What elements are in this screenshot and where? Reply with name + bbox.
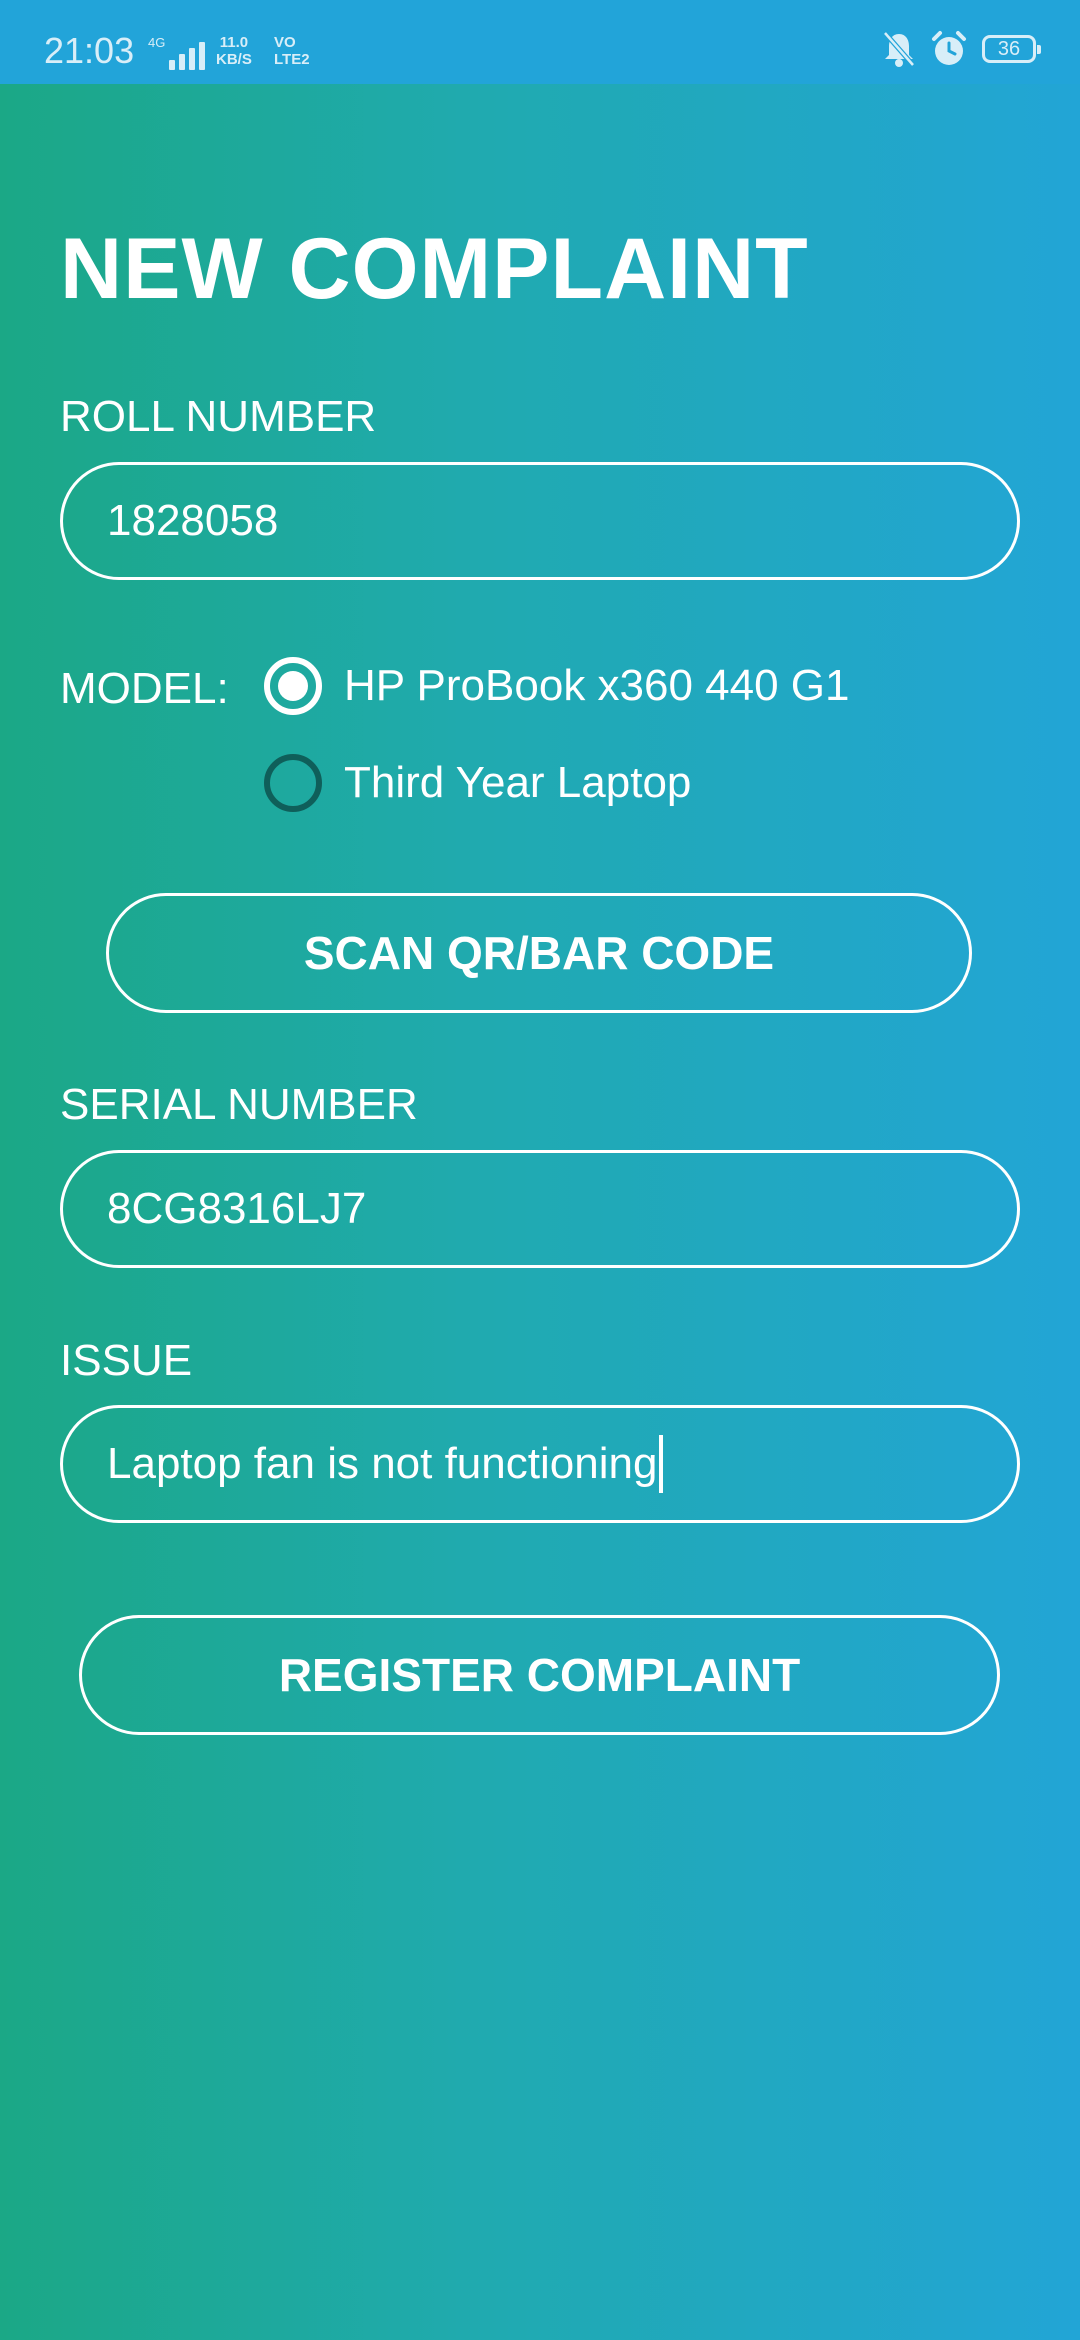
volte-indicator: VO LTE2 <box>274 34 310 68</box>
register-complaint-button[interactable]: REGISTER COMPLAINT <box>79 1615 1000 1735</box>
issue-label: ISSUE <box>60 1336 193 1385</box>
network-type: 4G <box>148 35 166 50</box>
roll-number-input[interactable]: 1828058 <box>60 462 1020 580</box>
battery-icon: 36 <box>982 35 1041 63</box>
model-option-hp-probook[interactable]: HP ProBook x360 440 G1 <box>264 657 850 715</box>
radio-unselected-icon[interactable] <box>264 754 322 812</box>
status-bar: 21:03 4G 11.0 KB/S VO LTE2 36 <box>0 0 1080 84</box>
network-speed: 11.0 KB/S <box>216 34 252 68</box>
scan-code-button[interactable]: SCAN QR/BAR CODE <box>106 893 972 1013</box>
model-option-label: HP ProBook x360 440 G1 <box>344 661 850 710</box>
serial-number-value: 8CG8316LJ7 <box>107 1184 367 1233</box>
status-time: 21:03 <box>44 30 135 71</box>
page-title: NEW COMPLAINT <box>60 221 809 317</box>
signal-icon: 4G <box>148 35 206 70</box>
serial-number-input[interactable]: 8CG8316LJ7 <box>60 1150 1020 1268</box>
model-option-label: Third Year Laptop <box>344 758 692 807</box>
radio-selected-icon[interactable] <box>264 657 322 715</box>
model-option-third-year-laptop[interactable]: Third Year Laptop <box>264 754 691 812</box>
roll-number-value: 1828058 <box>107 496 279 545</box>
mute-bell-icon <box>883 31 915 67</box>
model-label: MODEL: <box>60 664 229 713</box>
issue-input[interactable]: Laptop fan is not functioning <box>60 1405 1020 1523</box>
alarm-icon <box>932 31 966 65</box>
serial-number-label: SERIAL NUMBER <box>60 1080 418 1129</box>
roll-number-label: ROLL NUMBER <box>60 392 377 441</box>
issue-value: Laptop fan is not functioning <box>107 1439 658 1488</box>
text-cursor <box>659 1435 664 1493</box>
status-icons: 36 <box>882 30 1041 68</box>
